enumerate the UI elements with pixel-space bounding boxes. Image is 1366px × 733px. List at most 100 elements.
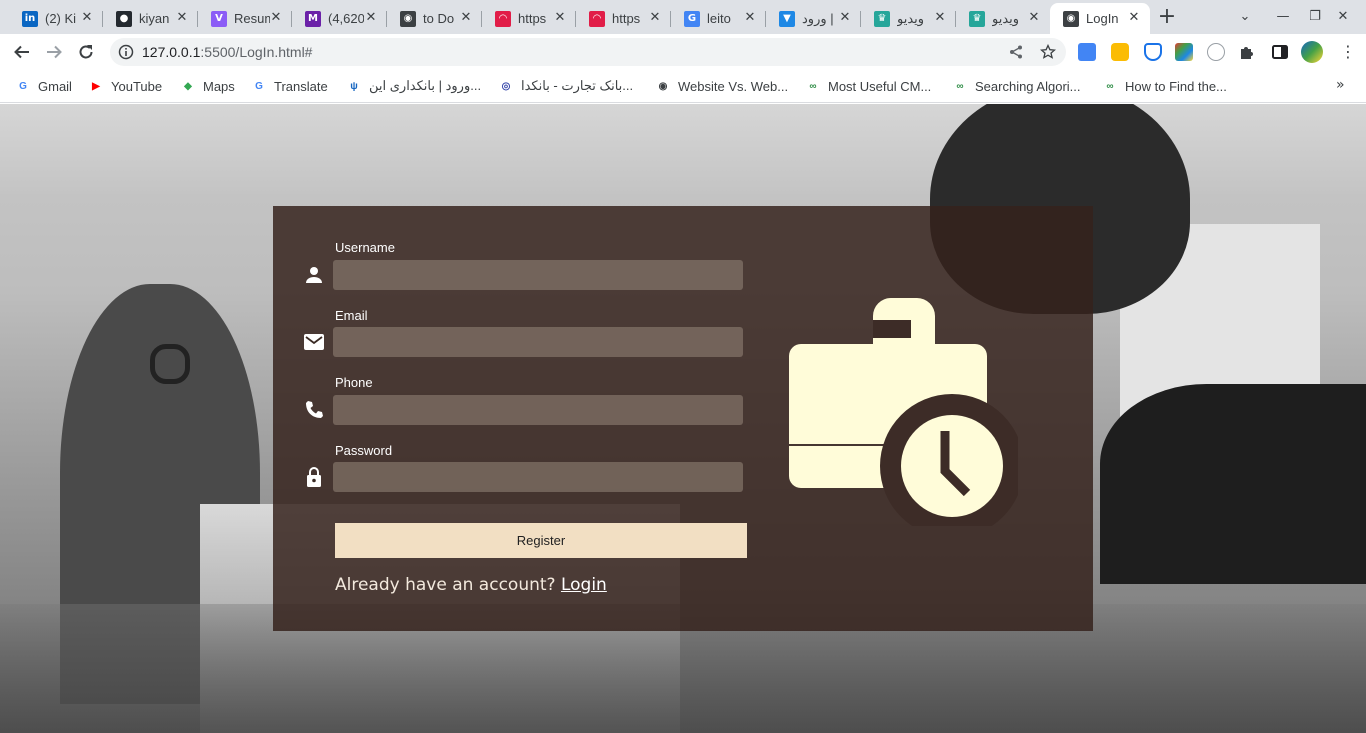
bank-icon: ψ (350, 80, 358, 92)
tab-title: ویدیو (992, 10, 1020, 26)
close-tab-icon[interactable]: ✕ (647, 10, 663, 26)
app-icon: ◠ (589, 10, 605, 27)
tab-title: kiyan (139, 11, 170, 26)
bookmark-label: Translate (274, 78, 328, 94)
bookmark-label: YouTube (111, 78, 163, 94)
close-tab-icon[interactable]: ✕ (1126, 10, 1142, 26)
tab-1[interactable]: ● kiyan ✕ (103, 3, 198, 34)
star-icon[interactable] (1040, 44, 1056, 60)
bookmark-4[interactable]: ψ ورود | بانکداری این... (346, 76, 481, 96)
profile-avatar[interactable] (1301, 41, 1323, 63)
address-bar[interactable]: 127.0.0.1:5500/LogIn.html# (110, 38, 1066, 66)
login-prompt-text: Already have an account? (335, 575, 556, 595)
bookmark-label: Gmail (38, 78, 72, 94)
lock-icon (307, 467, 321, 487)
bookmark-label: Most Useful CM... (828, 78, 932, 94)
email-input[interactable] (333, 327, 743, 357)
tab-6[interactable]: ◠ https ✕ (576, 3, 671, 34)
bookmark-7[interactable]: ∞ Most Useful CM... (805, 76, 931, 96)
url-path: :5500/LogIn.html# (200, 44, 313, 60)
page-background: Username Email Phone Password Register A… (0, 104, 1366, 733)
arrow-right-icon (47, 45, 62, 59)
shirt-icon: ♛ (874, 10, 890, 27)
tab-title: ویدیو (897, 10, 925, 26)
maximize-button[interactable]: ❐ (1305, 8, 1325, 26)
react-devtools-extension-icon[interactable] (1207, 43, 1225, 61)
tab-7[interactable]: Gleito ✕ (671, 3, 766, 34)
tab-title: (4,620 (328, 11, 364, 26)
close-tab-icon[interactable]: ✕ (742, 10, 758, 26)
password-label: Password (335, 443, 393, 458)
bookmark-0[interactable]: G Gmail (15, 76, 72, 96)
app-icon: ◠ (495, 10, 511, 27)
menu-kebab-icon[interactable]: ⋮ (1340, 43, 1356, 61)
side-panel-icon[interactable] (1271, 43, 1289, 61)
shirt-icon: ♛ (969, 10, 985, 27)
new-tab-button[interactable]: + (1155, 6, 1179, 30)
tab-title: to Do (423, 11, 455, 26)
phone-input[interactable] (333, 395, 743, 425)
google-translate-extension-icon[interactable] (1078, 43, 1096, 61)
email-label: Email (335, 308, 368, 323)
close-tab-icon[interactable]: ✕ (932, 10, 948, 26)
bookmark-6[interactable]: ◉ Website Vs. Web... (655, 76, 788, 96)
bookmark-3[interactable]: G Translate (251, 76, 328, 96)
tab-4[interactable]: ◉ to Do ✕ (387, 3, 482, 34)
close-tab-icon[interactable]: ✕ (552, 10, 568, 26)
reload-button[interactable] (73, 39, 99, 65)
close-tab-icon[interactable]: ✕ (268, 10, 284, 26)
globe-icon: ◉ (400, 10, 416, 27)
bookmarks-bar: G Gmail ▶ YouTube ◆ Maps G Translate ψ ورود | بان… (0, 70, 1366, 103)
tab-title: https (518, 11, 547, 26)
mail-icon: M (305, 10, 321, 27)
username-input[interactable] (333, 260, 743, 290)
bookmarks-overflow-icon[interactable]: » (1336, 77, 1345, 93)
tab-9[interactable]: ♛ ویدیو ✕ (861, 3, 956, 34)
info-icon[interactable] (118, 44, 134, 60)
tab-11[interactable]: ◉ LogIn ✕ (1050, 3, 1150, 34)
shield-extension-icon[interactable] (1144, 43, 1162, 61)
linkedin-icon: in (22, 10, 38, 27)
bookmark-2[interactable]: ◆ Maps (180, 76, 235, 96)
browser-toolbar: 127.0.0.1:5500/LogIn.html# ⋮ (0, 34, 1366, 70)
minimize-button[interactable]: — (1273, 8, 1293, 26)
close-tab-icon[interactable]: ✕ (79, 10, 95, 26)
close-tab-icon[interactable]: ✕ (363, 10, 379, 26)
close-window-button[interactable]: ✕ (1333, 8, 1353, 26)
github-icon: ● (116, 10, 132, 27)
tab-3[interactable]: M (4,620 ✕ (292, 3, 387, 34)
keep-extension-icon[interactable] (1111, 43, 1129, 61)
close-tab-icon[interactable]: ✕ (174, 10, 190, 26)
tab-2[interactable]: V Resum ✕ (198, 3, 292, 34)
bookmark-label: How to Find the... (1125, 78, 1227, 94)
url-text: 127.0.0.1:5500/LogIn.html# (142, 44, 312, 60)
register-button[interactable]: Register (335, 523, 747, 558)
tab-0[interactable]: in (2) Ki ✕ (9, 3, 103, 34)
tab-5[interactable]: ◠ https ✕ (482, 3, 576, 34)
login-link[interactable]: Login (561, 575, 607, 595)
tab-search-icon[interactable]: ⌄ (1235, 8, 1255, 26)
close-tab-icon[interactable]: ✕ (837, 10, 853, 26)
tab-10[interactable]: ♛ ویدیو ✕ (956, 3, 1050, 34)
bookmark-1[interactable]: ▶ YouTube (88, 76, 162, 96)
forward-button[interactable] (41, 39, 67, 65)
back-button[interactable] (9, 39, 35, 65)
bookmark-8[interactable]: ∞ Searching Algori... (952, 76, 1080, 96)
close-tab-icon[interactable]: ✕ (1026, 10, 1042, 26)
colorzilla-extension-icon[interactable] (1175, 43, 1193, 61)
extensions-puzzle-icon[interactable] (1238, 43, 1256, 61)
tab-8[interactable]: ▼ ورود | ✕ (766, 3, 861, 34)
phone-icon (306, 401, 323, 418)
reload-icon (79, 45, 93, 59)
tab-title: (2) Ki (45, 11, 77, 26)
bookmark-9[interactable]: ∞ How to Find the... (1102, 76, 1227, 96)
bookmark-label: ورود | بانکداری این... (369, 78, 482, 93)
google-icon: G (684, 10, 700, 27)
close-tab-icon[interactable]: ✕ (458, 10, 474, 26)
bookmark-label: بانک تجارت - بانکدا... (521, 78, 634, 93)
tab-title: ورود | (802, 10, 834, 26)
password-input[interactable] (333, 462, 743, 492)
bookmark-5[interactable]: ◎ بانک تجارت - بانکدا... (498, 76, 634, 96)
arrow-left-icon (14, 45, 29, 59)
share-icon[interactable] (1008, 44, 1024, 60)
